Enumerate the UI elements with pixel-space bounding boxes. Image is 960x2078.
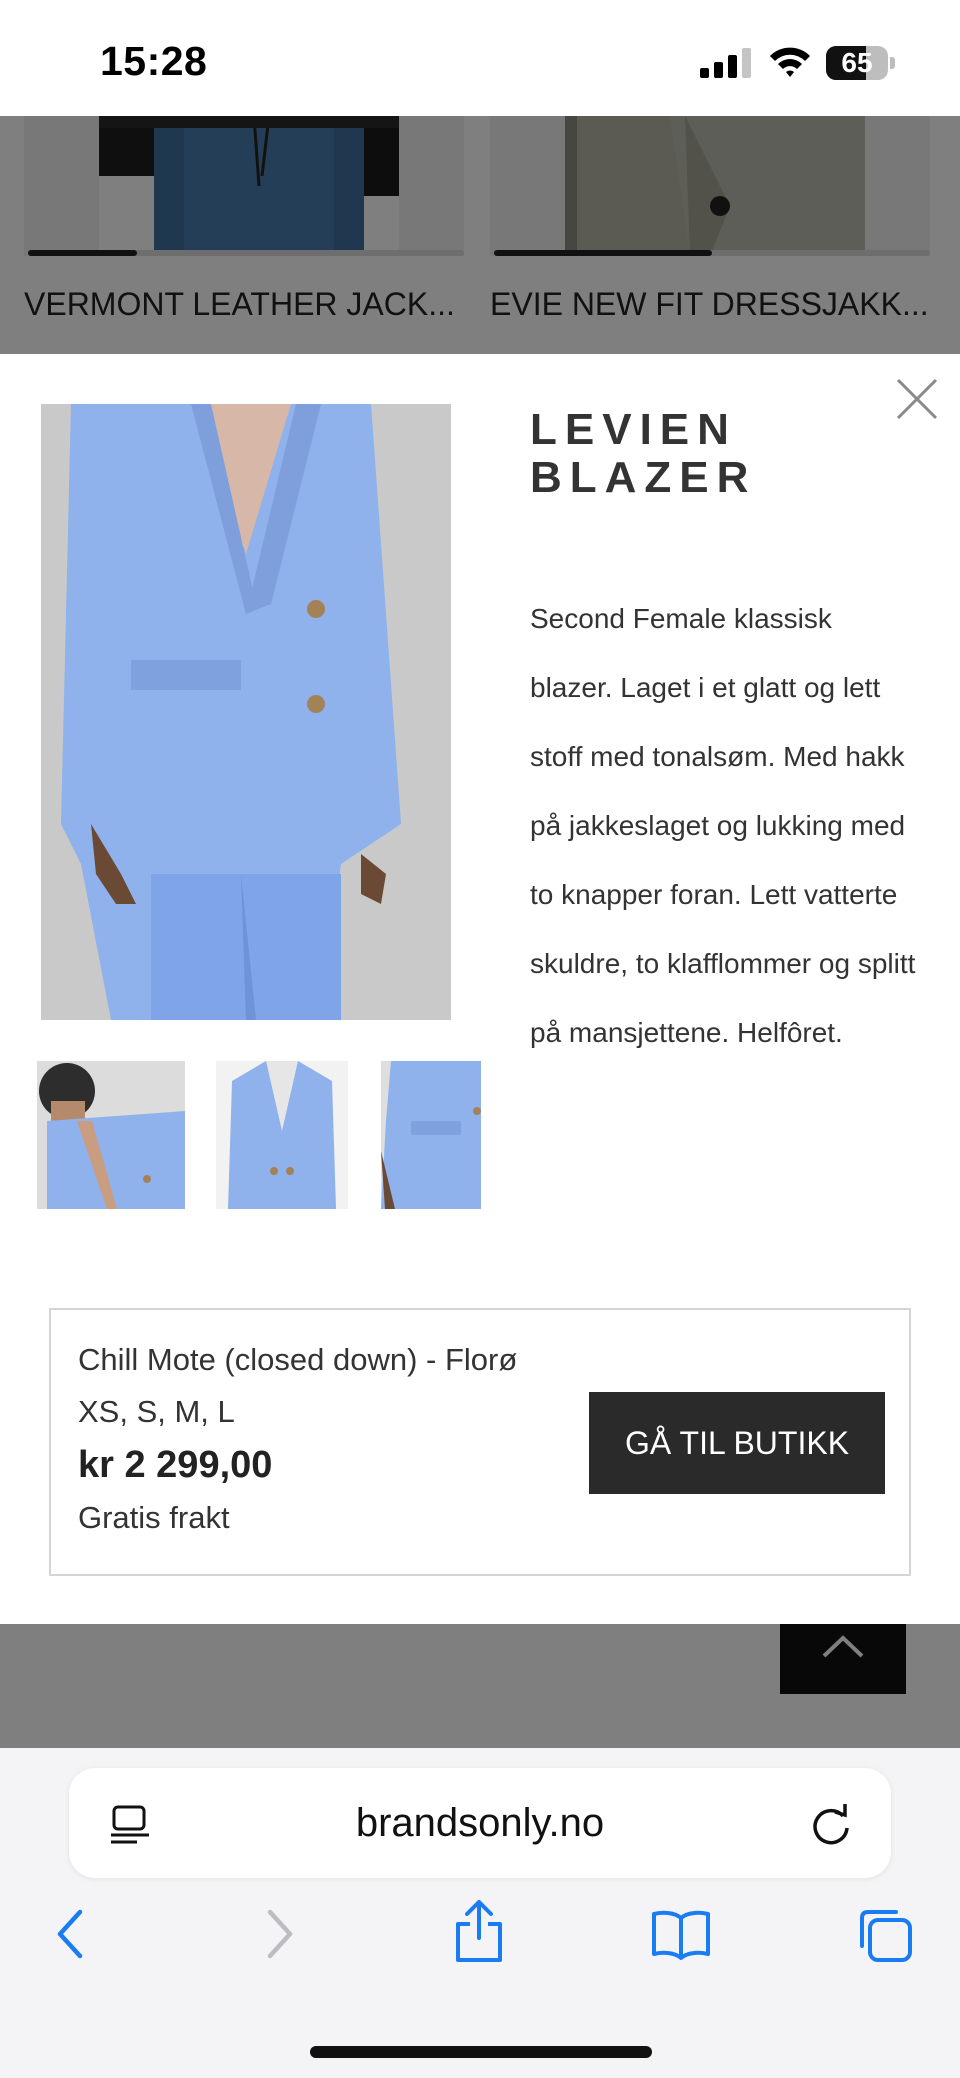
battery-level: 65 xyxy=(841,47,873,78)
reload-icon[interactable] xyxy=(809,1800,853,1846)
modal-backdrop[interactable] xyxy=(0,1624,960,1748)
status-bar: 15:28 65 xyxy=(0,0,960,116)
back-icon[interactable] xyxy=(52,1904,88,1964)
bookmarks-icon[interactable] xyxy=(650,1908,712,1960)
product-main-image[interactable] xyxy=(41,404,451,1020)
product-thumbnail[interactable] xyxy=(381,1061,481,1209)
status-time: 15:28 xyxy=(100,38,208,84)
home-indicator xyxy=(310,2046,652,2058)
product-quick-view-modal: LEVIEN BLAZER Second Female klassisk bla… xyxy=(0,354,960,1624)
address-bar[interactable]: brandsonly.no xyxy=(69,1768,891,1878)
share-icon[interactable] xyxy=(452,1898,506,1964)
product-title: LEVIEN BLAZER xyxy=(530,405,757,502)
forward-icon[interactable] xyxy=(262,1904,298,1964)
tabs-icon[interactable] xyxy=(856,1906,914,1964)
wifi-icon xyxy=(770,47,810,77)
product-thumbnail[interactable] xyxy=(216,1061,348,1209)
url-text: brandsonly.no xyxy=(355,1801,605,1845)
product-price: kr 2 299,00 xyxy=(78,1444,273,1486)
product-description: Second Female klassisk blazer. Laget i e… xyxy=(530,603,916,1048)
browser-toolbar: brandsonly.no xyxy=(0,1748,960,2078)
cellular-signal-icon xyxy=(700,48,751,78)
battery-icon: 65 xyxy=(826,46,896,80)
shop-name: Chill Mote (closed down) - Florø xyxy=(78,1342,518,1377)
available-sizes: XS, S, M, L xyxy=(78,1394,235,1429)
shop-offer-box: Chill Mote (closed down) - Florø XS, S, … xyxy=(49,1308,911,1576)
modal-backdrop[interactable] xyxy=(0,116,960,354)
go-to-store-button[interactable]: GÅ TIL BUTIKK xyxy=(589,1392,885,1494)
shipping-info: Gratis frakt xyxy=(78,1500,230,1535)
product-thumbnail[interactable] xyxy=(37,1061,185,1209)
